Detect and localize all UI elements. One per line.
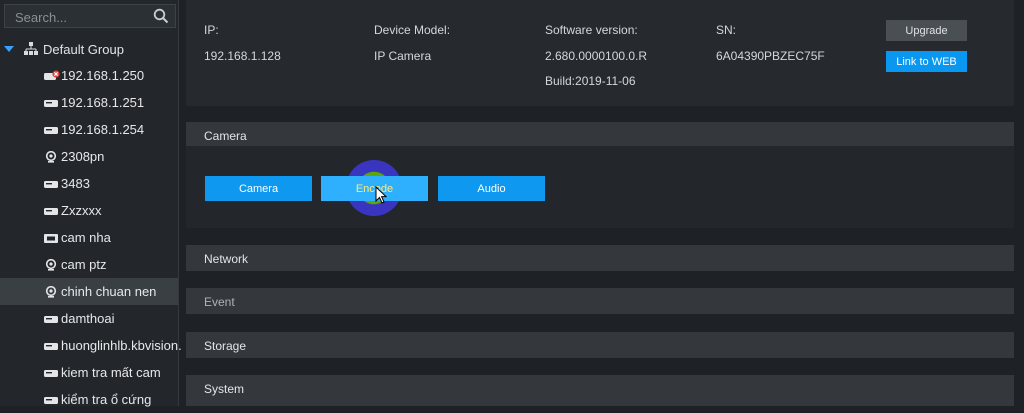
device-tree-item[interactable]: Zxzxxx — [0, 197, 178, 224]
device-tree-item-label: 3483 — [61, 176, 90, 191]
device-tree-item[interactable]: damthoai — [0, 305, 178, 332]
default-group-node[interactable]: Default Group — [0, 36, 178, 62]
device-tree-item[interactable]: 192.168.1.251 — [0, 89, 178, 116]
section-event-header[interactable]: Event — [186, 288, 1014, 314]
nvr-icon — [44, 366, 58, 378]
build-value: Build:2019-11-06 — [545, 74, 636, 88]
box-camera-icon — [44, 231, 58, 243]
mouse-cursor-icon — [375, 185, 388, 209]
ip-camera-icon — [44, 285, 58, 298]
sn-value: 6A04390PBZEC75F — [716, 49, 825, 63]
device-tree-item-label: 2308pn — [61, 149, 105, 164]
nvr-icon — [44, 96, 58, 108]
section-storage-header[interactable]: Storage — [186, 332, 1014, 358]
search-input[interactable] — [13, 7, 147, 27]
device-tree-item-label: cam nha — [61, 230, 111, 245]
section-storage-title: Storage — [204, 339, 247, 353]
device-tree-item-label: huonglinhlb.kbvision. — [61, 338, 182, 353]
nvr-icon — [44, 312, 58, 324]
ip-camera-icon — [44, 258, 58, 271]
device-tree-item-label: damthoai — [61, 311, 115, 326]
device-tree-item[interactable]: kiểm tra ổ cứng — [0, 386, 178, 413]
device-tree-item-label: kiểm tra ổ cứng — [61, 392, 152, 407]
section-camera-header[interactable]: Camera — [186, 122, 1014, 146]
nvr-icon — [44, 177, 58, 189]
nvr-icon — [44, 393, 58, 405]
group-tree-icon — [24, 42, 38, 60]
device-tree-item[interactable]: 192.168.1.250 — [0, 62, 178, 89]
section-system-title: System — [204, 382, 245, 396]
ip-camera-icon — [44, 150, 58, 163]
link-to-web-button[interactable]: Link to WEB — [886, 51, 967, 72]
device-tree-item-label: cam ptz — [61, 257, 107, 272]
divider — [186, 106, 1014, 122]
device-tree-item[interactable]: chinh chuan nen — [0, 278, 178, 305]
device-tree-item-label: 192.168.1.250 — [61, 68, 145, 83]
camera-section-body: Camera Encode Audio — [186, 146, 1014, 228]
model-label: Device Model: — [374, 23, 451, 37]
software-value: 2.680.0000100.0.R — [545, 49, 648, 63]
default-group-label: Default Group — [43, 42, 124, 57]
device-tree-item[interactable]: 2308pn — [0, 143, 178, 170]
device-tree-item-label: Zxzxxx — [61, 203, 102, 218]
device-tree-item-label: kiem tra mất cam — [61, 365, 161, 380]
device-tree-item-label: 192.168.1.254 — [61, 122, 145, 137]
section-camera-title: Camera — [204, 129, 247, 143]
device-tree-item[interactable]: 192.168.1.254 — [0, 116, 178, 143]
software-label: Software version: — [545, 23, 638, 37]
section-network-title: Network — [204, 252, 249, 266]
nvr-icon — [44, 123, 58, 135]
device-tree-item[interactable]: cam ptz — [0, 251, 178, 278]
device-tree-item[interactable]: cam nha — [0, 224, 178, 251]
search-box — [4, 4, 176, 28]
device-tree-item-label: chinh chuan nen — [61, 284, 157, 299]
ip-label: IP: — [204, 23, 219, 37]
nvr-icon — [44, 339, 58, 351]
device-tree-item-label: 192.168.1.251 — [61, 95, 145, 110]
device-sidebar: Default Group 192.168.1.250 192.168.1.251… — [0, 0, 182, 407]
main-panel: IP: 192.168.1.128 Device Model: IP Camer… — [186, 0, 1014, 406]
device-tree: 192.168.1.250 192.168.1.251 192.168.1.254 2… — [0, 62, 182, 413]
upgrade-button[interactable]: Upgrade — [886, 20, 967, 41]
ip-value: 192.168.1.128 — [204, 49, 281, 63]
tab-audio[interactable]: Audio — [438, 176, 545, 201]
caret-down-icon[interactable] — [4, 46, 14, 52]
tab-camera-label: Camera — [238, 182, 279, 195]
device-tree-item[interactable]: huonglinhlb.kbvision. — [0, 332, 182, 359]
nvr-icon — [44, 204, 58, 216]
sn-label: SN: — [716, 23, 737, 37]
device-tree-item[interactable]: kiem tra mất cam — [0, 359, 178, 386]
model-value: IP Camera — [374, 49, 432, 63]
section-event-title: Event — [204, 295, 235, 309]
section-network-header[interactable]: Network — [186, 245, 1014, 271]
camera-offline-icon — [44, 69, 60, 81]
search-icon[interactable] — [153, 8, 169, 29]
device-info-panel: IP: 192.168.1.128 Device Model: IP Camer… — [186, 0, 1014, 106]
tab-camera[interactable]: Camera — [205, 176, 312, 201]
device-tree-item[interactable]: 3483 — [0, 170, 178, 197]
tab-audio-label: Audio — [477, 182, 506, 195]
section-system-header[interactable]: System — [186, 375, 1014, 406]
